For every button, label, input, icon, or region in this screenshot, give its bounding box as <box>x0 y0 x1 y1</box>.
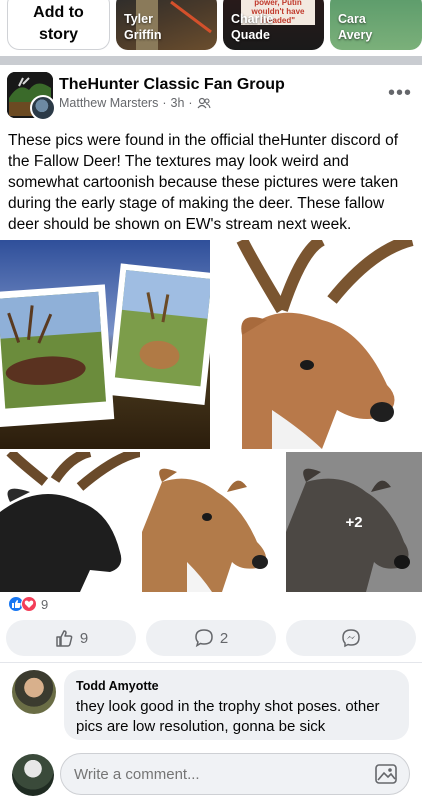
add-story-label-line1: Add to <box>33 4 84 21</box>
current-user-avatar <box>12 754 54 796</box>
comment-author-name[interactable]: Todd Amyotte <box>76 679 397 693</box>
author-avatar[interactable] <box>30 95 56 121</box>
group-name-link[interactable]: TheHunter Classic Fan Group <box>59 76 285 94</box>
photo-polaroids-image <box>0 240 210 449</box>
deer-head-image <box>236 240 414 449</box>
reaction-count: 9 <box>41 596 49 612</box>
messenger-icon <box>342 629 360 648</box>
reactions-summary[interactable]: 9 <box>8 596 48 612</box>
love-reaction-icon <box>21 596 37 612</box>
comments-divider <box>0 662 422 663</box>
photo-tile-2[interactable] <box>212 240 422 449</box>
photo-tile-5[interactable]: +2 <box>286 452 422 592</box>
photo-grid: +2 <box>0 240 422 592</box>
comment-bubble: Todd Amyotte they look good in the troph… <box>64 670 409 740</box>
comment-button[interactable]: 2 <box>146 620 276 656</box>
story-name: Cara Avery <box>338 12 373 42</box>
members-icon <box>197 97 211 109</box>
thumbs-up-icon <box>56 630 73 647</box>
like-button[interactable]: 9 <box>6 620 136 656</box>
comment-bubble-icon <box>195 629 213 648</box>
photo-tile-1[interactable] <box>0 240 210 449</box>
post-meta: Matthew Marsters · 3h · <box>59 96 211 110</box>
story-card-charlie[interactable]: power, Putin wouldn't have invaded" Char… <box>223 0 324 50</box>
meta-dot: · <box>188 96 193 110</box>
like-count: 9 <box>79 629 89 647</box>
more-photos-count[interactable]: +2 <box>286 452 422 592</box>
send-messenger-button[interactable] <box>286 620 416 656</box>
post-time[interactable]: 3h <box>171 96 185 110</box>
write-comment-input[interactable] <box>60 753 410 795</box>
add-to-story-button[interactable]: Add to story <box>7 0 110 50</box>
meta-dot: · <box>162 96 167 110</box>
more-options-icon[interactable]: ••• <box>388 82 412 105</box>
comment-count: 2 <box>219 629 229 647</box>
commenter-avatar[interactable] <box>12 670 56 714</box>
author-name-link[interactable]: Matthew Marsters <box>59 96 158 110</box>
story-card-tyler[interactable]: Tyler Griffin <box>116 0 217 50</box>
photo-attach-icon[interactable] <box>374 762 400 786</box>
dark-deer-image <box>0 452 140 592</box>
story-name: Charlie Quade <box>231 12 274 42</box>
story-name: Tyler Griffin <box>124 12 162 42</box>
comment-text: they look good in the trophy shot poses.… <box>76 698 380 735</box>
story-card-cara[interactable]: Cara Avery <box>330 0 422 50</box>
photo-tile-4[interactable] <box>142 452 284 592</box>
stories-strip: Add to story Tyler Griffin power, Putin … <box>0 0 422 56</box>
feed-separator <box>0 56 422 65</box>
photo-tile-3[interactable] <box>0 452 140 592</box>
post-actions: 9 2 <box>6 620 416 656</box>
brown-deer-image <box>142 468 268 592</box>
post-body-text: These pics were found in the official th… <box>8 132 399 233</box>
add-story-label-line2: story <box>38 26 79 43</box>
post-header: TheHunter Classic Fan Group Matthew Mars… <box>0 65 422 125</box>
